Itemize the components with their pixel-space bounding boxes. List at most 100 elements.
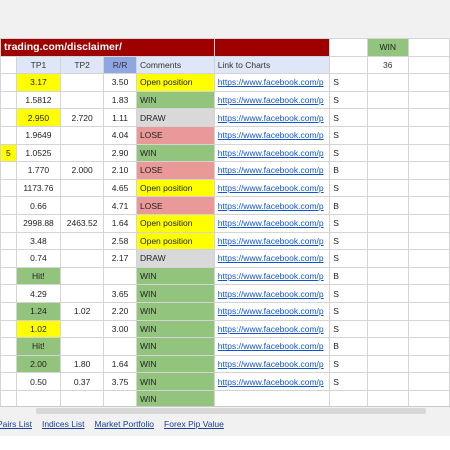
comment-cell[interactable]: WIN: [135, 266, 215, 286]
empty-cell[interactable]: [366, 178, 409, 198]
direction-cell[interactable]: B: [329, 337, 368, 356]
tp2-cell[interactable]: [60, 196, 105, 215]
rr-cell[interactable]: 4.04: [103, 125, 137, 145]
chart-link[interactable]: https://www.facebook.com/p: [213, 319, 331, 339]
row-cell-a[interactable]: [0, 249, 17, 268]
chart-link[interactable]: https://www.facebook.com/p: [213, 143, 331, 163]
comment-cell[interactable]: WIN: [135, 319, 215, 339]
tp1-cell[interactable]: 1173.76: [15, 178, 62, 198]
empty-cell[interactable]: [407, 249, 450, 268]
chart-link[interactable]: https://www.facebook.com/p: [213, 266, 331, 286]
empty-cell[interactable]: [366, 90, 409, 110]
empty-cell[interactable]: [407, 73, 450, 92]
empty-cell[interactable]: [407, 125, 450, 145]
rr-cell[interactable]: 2.10: [103, 161, 137, 180]
chart-link[interactable]: https://www.facebook.com/p: [213, 73, 331, 92]
horizontal-scrollbar[interactable]: [36, 408, 426, 414]
direction-cell[interactable]: S: [329, 125, 368, 145]
direction-cell[interactable]: S: [329, 249, 368, 268]
chart-link[interactable]: https://www.facebook.com/p: [213, 231, 331, 251]
direction-cell[interactable]: S: [329, 178, 368, 198]
row-cell-a[interactable]: [0, 319, 17, 339]
empty-cell[interactable]: [366, 249, 409, 268]
chart-link[interactable]: https://www.facebook.com/p: [213, 108, 331, 127]
tp2-cell[interactable]: 1.80: [60, 354, 105, 374]
empty-cell[interactable]: [366, 266, 409, 286]
tp1-cell[interactable]: 1.02: [15, 319, 62, 339]
chart-link[interactable]: https://www.facebook.com/p: [213, 372, 331, 391]
row-cell-a[interactable]: [0, 372, 17, 391]
row-cell-a[interactable]: [0, 90, 17, 110]
empty-cell[interactable]: [366, 108, 409, 127]
tp1-cell[interactable]: 0.50: [15, 372, 62, 391]
tp1-cell[interactable]: Hit!: [15, 266, 62, 286]
tp2-cell[interactable]: [60, 178, 105, 198]
tp1-cell[interactable]: 0.74: [15, 249, 62, 268]
empty-cell[interactable]: [329, 38, 368, 57]
empty-cell[interactable]: [366, 319, 409, 339]
rr-cell[interactable]: 2.17: [103, 249, 137, 268]
row-cell-a[interactable]: [0, 108, 17, 127]
tp2-cell[interactable]: [60, 143, 105, 163]
empty-cell[interactable]: [366, 354, 409, 374]
rr-cell[interactable]: 3.75: [103, 372, 137, 391]
tp1-cell[interactable]: 2998.88: [15, 213, 62, 233]
header-cell-a[interactable]: [0, 55, 17, 75]
empty-cell[interactable]: [366, 301, 409, 321]
row-cell-a[interactable]: [0, 231, 17, 251]
chart-link[interactable]: https://www.facebook.com/p: [213, 284, 331, 303]
chart-link[interactable]: https://www.facebook.com/p: [213, 161, 331, 180]
rr-cell[interactable]: [103, 337, 137, 356]
tp2-cell[interactable]: [60, 284, 105, 303]
sheet-tab[interactable]: Indices List: [42, 419, 85, 429]
comment-cell[interactable]: Open position: [135, 178, 215, 198]
tp1-cell[interactable]: 1.24: [15, 301, 62, 321]
direction-cell[interactable]: S: [329, 301, 368, 321]
tp2-cell[interactable]: 2.000: [60, 161, 105, 180]
direction-cell[interactable]: S: [329, 372, 368, 391]
empty-cell[interactable]: [407, 161, 450, 180]
direction-cell[interactable]: S: [329, 319, 368, 339]
direction-cell[interactable]: B: [329, 266, 368, 286]
empty-cell[interactable]: [366, 125, 409, 145]
tp1-cell[interactable]: 0.66: [15, 196, 62, 215]
comment-cell[interactable]: Open position: [135, 73, 215, 92]
tp1-cell[interactable]: 4.29: [15, 284, 62, 303]
empty-cell[interactable]: [407, 301, 450, 321]
tp2-cell[interactable]: 0.37: [60, 372, 105, 391]
comment-cell[interactable]: LOSE: [135, 161, 215, 180]
empty-cell[interactable]: [407, 372, 450, 391]
empty-cell[interactable]: [407, 38, 450, 57]
row-cell-a[interactable]: [0, 213, 17, 233]
comment-cell[interactable]: Open position: [135, 213, 215, 233]
direction-cell[interactable]: S: [329, 231, 368, 251]
empty-cell[interactable]: [407, 196, 450, 215]
tp2-cell[interactable]: 2.720: [60, 108, 105, 127]
row-cell-a[interactable]: [0, 301, 17, 321]
tp2-cell[interactable]: [60, 231, 105, 251]
direction-cell[interactable]: S: [329, 143, 368, 163]
empty-cell[interactable]: [407, 337, 450, 356]
row-cell-a[interactable]: [0, 354, 17, 374]
empty-cell[interactable]: [366, 143, 409, 163]
chart-link[interactable]: https://www.facebook.com/p: [213, 90, 331, 110]
empty-cell[interactable]: [407, 231, 450, 251]
empty-cell[interactable]: [329, 55, 368, 75]
tp1-cell[interactable]: 1.5812: [15, 90, 62, 110]
empty-cell[interactable]: [366, 213, 409, 233]
direction-cell[interactable]: S: [329, 108, 368, 127]
rr-cell[interactable]: 3.00: [103, 319, 137, 339]
direction-cell[interactable]: S: [329, 213, 368, 233]
chart-link[interactable]: https://www.facebook.com/p: [213, 301, 331, 321]
tp2-cell[interactable]: [60, 319, 105, 339]
rr-cell[interactable]: 2.90: [103, 143, 137, 163]
header-comments[interactable]: Comments: [135, 55, 215, 75]
comment-cell[interactable]: WIN: [135, 284, 215, 303]
rr-cell[interactable]: 1.11: [103, 108, 137, 127]
tp2-cell[interactable]: 2463.52: [60, 213, 105, 233]
tp2-cell[interactable]: 1.02: [60, 301, 105, 321]
comment-cell[interactable]: DRAW: [135, 108, 215, 127]
empty-cell[interactable]: [407, 319, 450, 339]
tp1-cell[interactable]: 1.9649: [15, 125, 62, 145]
tp2-cell[interactable]: [60, 266, 105, 286]
